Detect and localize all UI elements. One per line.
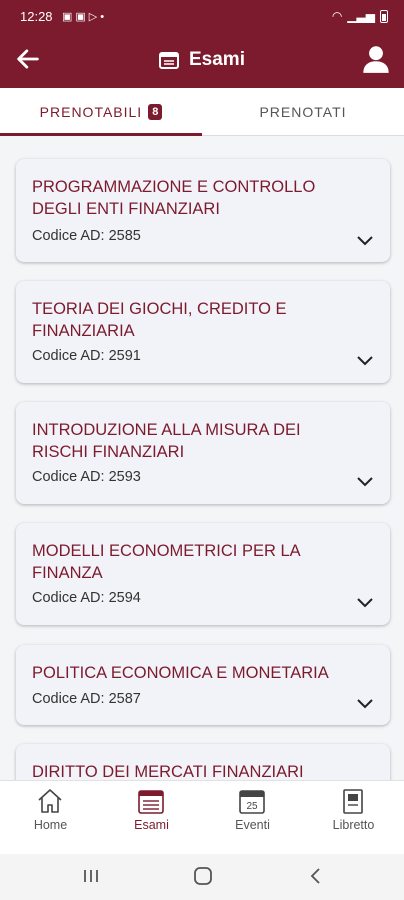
- exam-title: MODELLI ECONOMETRICI PER LA FINANZA: [32, 542, 300, 582]
- status-right-icons: ◠ ▁▃▅: [332, 9, 388, 23]
- nav-home[interactable]: Home: [0, 781, 101, 855]
- battery-icon: [380, 9, 388, 23]
- exam-code: Codice AD: 2593: [32, 469, 141, 485]
- chevron-down-icon[interactable]: [356, 597, 374, 609]
- exam-title: INTRODUZIONE ALLA MISURA DEI RISCHI FINA…: [32, 421, 301, 461]
- home-icon: [38, 789, 62, 813]
- app-bar: Esami: [0, 34, 404, 88]
- nav-eventi[interactable]: 25 Eventi: [202, 781, 303, 855]
- chevron-down-icon[interactable]: [356, 698, 374, 710]
- chevron-down-icon[interactable]: [356, 355, 374, 367]
- exam-card[interactable]: PROGRAMMAZIONE E CONTROLLO DEGLI ENTI FI…: [16, 159, 390, 262]
- exam-title: PROGRAMMAZIONE E CONTROLLO DEGLI ENTI FI…: [32, 178, 316, 218]
- exam-title: POLITICA ECONOMICA E MONETARIA: [32, 664, 329, 682]
- status-bar: 12:28 ▣▣▷• ◠ ▁▃▅: [0, 0, 404, 34]
- nav-label: Esami: [134, 818, 169, 832]
- tab-label: PRENOTATI: [259, 104, 347, 120]
- exam-title: TEORIA DEI GIOCHI, CREDITO E FINANZIARIA: [32, 300, 287, 340]
- user-profile-icon[interactable]: [362, 44, 390, 74]
- calendar-icon: [159, 52, 179, 69]
- notification-icons: ▣▣▷•: [62, 11, 108, 23]
- exam-calendar-icon: [138, 790, 164, 814]
- exam-list[interactable]: PROGRAMMAZIONE E CONTROLLO DEGLI ENTI FI…: [0, 137, 404, 780]
- tab-bar: PRENOTABILI 8 PRENOTATI: [0, 88, 404, 136]
- system-navigation-bar: [0, 854, 404, 900]
- system-back-icon[interactable]: [308, 866, 324, 886]
- page-title: Esami: [189, 49, 245, 70]
- chevron-down-icon[interactable]: [356, 476, 374, 488]
- exam-card[interactable]: DIRITTO DEI MERCATI FINANZIARI: [16, 744, 390, 780]
- exam-card[interactable]: POLITICA ECONOMICA E MONETARIA Codice AD…: [16, 645, 390, 725]
- nav-label: Home: [33, 818, 68, 832]
- events-calendar-icon: 25: [239, 790, 265, 814]
- nav-esami[interactable]: Esami: [101, 781, 202, 855]
- signal-icon: ▁▃▅: [347, 9, 375, 23]
- nav-label: Eventi: [235, 818, 270, 832]
- exam-code: Codice AD: 2587: [32, 691, 141, 707]
- nav-label: Libretto: [332, 818, 375, 832]
- exam-card[interactable]: TEORIA DEI GIOCHI, CREDITO E FINANZIARIA…: [16, 281, 390, 383]
- nav-libretto[interactable]: Libretto: [303, 781, 404, 855]
- tab-prenotati[interactable]: PRENOTATI: [202, 88, 404, 136]
- tab-indicator: [0, 133, 202, 136]
- wifi-icon: ◠: [331, 9, 343, 23]
- events-date-text: 25: [246, 801, 258, 812]
- bottom-navigation: Home Esami 25 Eventi Libretto: [0, 780, 404, 854]
- recent-apps-icon[interactable]: [82, 866, 100, 886]
- tab-prenotabili[interactable]: PRENOTABILI 8: [0, 88, 202, 136]
- count-badge: 8: [148, 104, 163, 120]
- exam-code: Codice AD: 2585: [32, 228, 141, 244]
- tab-label: PRENOTABILI: [39, 104, 143, 120]
- exam-code: Codice AD: 2594: [32, 590, 141, 606]
- booklet-icon: [343, 789, 363, 814]
- home-button-icon[interactable]: [192, 866, 214, 886]
- exam-title: DIRITTO DEI MERCATI FINANZIARI: [32, 763, 304, 780]
- status-time: 12:28: [20, 9, 53, 24]
- chevron-down-icon[interactable]: [356, 235, 374, 247]
- exam-card[interactable]: INTRODUZIONE ALLA MISURA DEI RISCHI FINA…: [16, 402, 390, 504]
- exam-card[interactable]: MODELLI ECONOMETRICI PER LA FINANZA Codi…: [16, 523, 390, 625]
- exam-code: Codice AD: 2591: [32, 348, 141, 364]
